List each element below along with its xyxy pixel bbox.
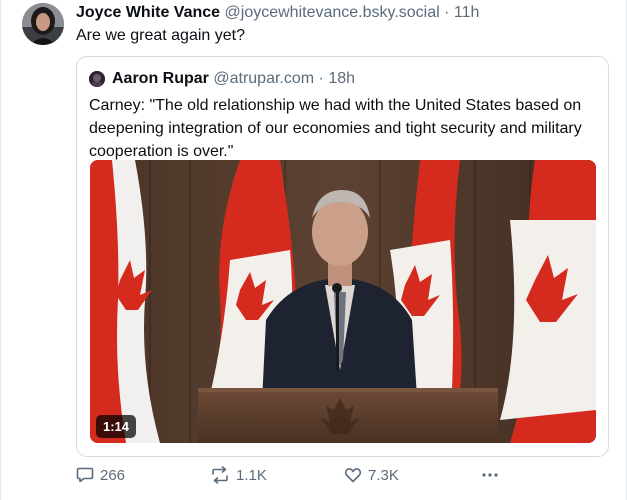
author-avatar[interactable]	[22, 3, 64, 45]
quote-time[interactable]: 18h	[328, 70, 355, 87]
speech-bubble-icon	[76, 467, 94, 483]
reply-button[interactable]: 266	[76, 466, 125, 484]
post-actions: 266 1.1K 7.3K	[76, 466, 516, 488]
more-options-button[interactable]	[480, 466, 500, 484]
quote-avatar-image	[89, 71, 105, 87]
repost-arrows-icon	[212, 466, 228, 484]
repost-button[interactable]: 1.1K	[210, 466, 267, 484]
reply-count: 266	[100, 466, 126, 484]
post-text: Are we great again yet?	[76, 27, 245, 44]
header-separator: ·	[444, 4, 450, 21]
quote-author-avatar[interactable]	[89, 71, 105, 87]
post: Joyce White Vance @joycewhitevance.bsky.…	[0, 0, 627, 500]
avatar-image	[22, 3, 64, 45]
like-count: 7.3K	[368, 466, 399, 484]
author-handle[interactable]: @joycewhitevance.bsky.social	[225, 4, 440, 21]
post-header: Joyce White Vance @joycewhitevance.bsky.…	[76, 4, 479, 22]
heart-icon	[344, 468, 362, 483]
quote-author-handle[interactable]: @atrupar.com	[213, 70, 314, 87]
left-border	[0, 0, 1, 500]
like-button[interactable]: 7.3K	[344, 466, 399, 484]
post-time[interactable]: 11h	[454, 4, 480, 21]
author-name[interactable]: Joyce White Vance	[76, 4, 220, 21]
repost-count: 1.1K	[236, 466, 267, 484]
video-player[interactable]: 1:14	[90, 160, 596, 443]
more-dots-icon	[482, 473, 498, 477]
quote-header: Aaron Rupar @atrupar.com · 18h	[112, 70, 355, 88]
video-thumbnail	[90, 160, 596, 443]
quote-text: Carney: "The old relationship we had wit…	[89, 97, 582, 160]
video-duration: 1:14	[96, 415, 137, 438]
quoted-post[interactable]: Aaron Rupar @atrupar.com · 18h Carney: "…	[76, 56, 609, 457]
quote-author-name[interactable]: Aaron Rupar	[112, 70, 209, 87]
quote-header-separator: ·	[318, 70, 324, 87]
